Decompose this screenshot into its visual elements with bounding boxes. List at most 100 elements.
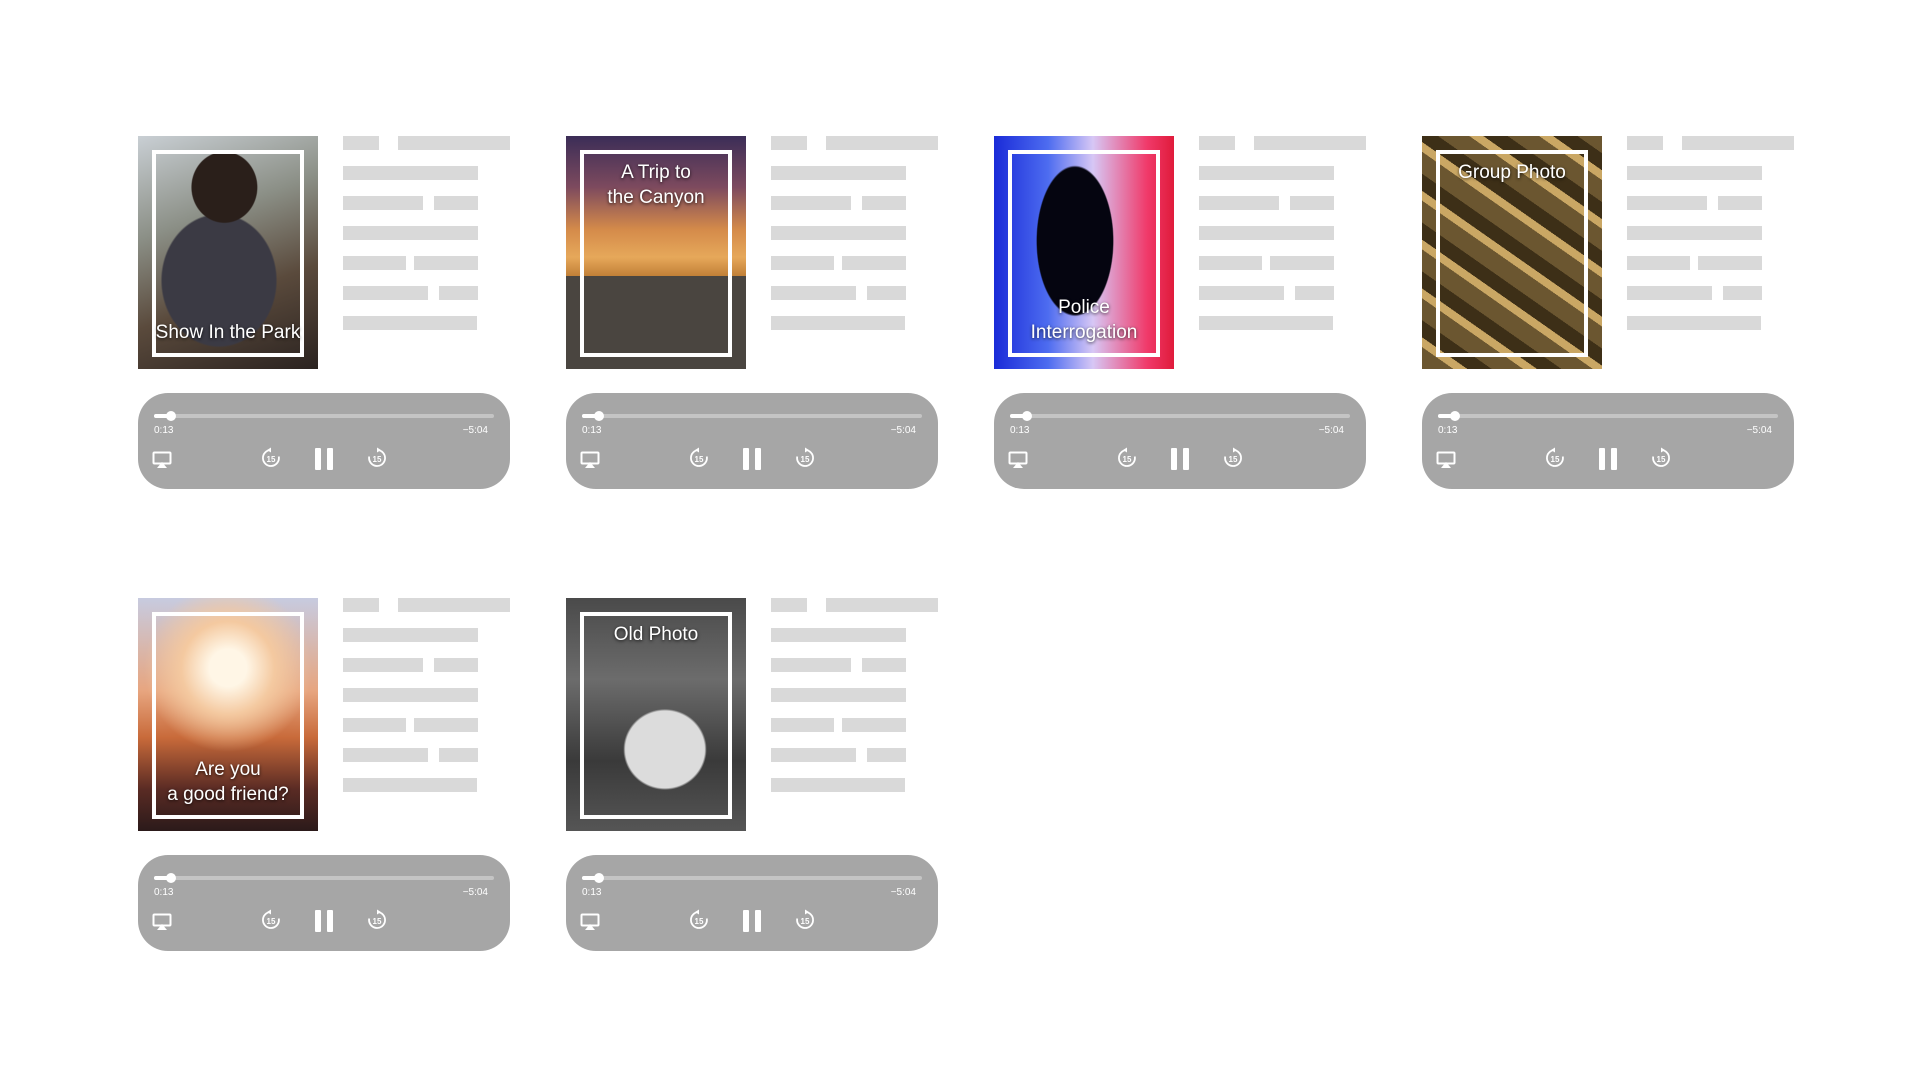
cover-art[interactable]: Group Photo [1422, 136, 1602, 369]
forward-15-icon[interactable]: 15 [794, 909, 816, 931]
placeholder-line [1295, 286, 1334, 300]
progress-track[interactable] [154, 411, 494, 421]
placeholder-line [771, 628, 906, 642]
placeholder-line [771, 136, 807, 150]
placeholder-line [398, 598, 510, 612]
airplay-icon[interactable] [580, 913, 600, 931]
placeholder-line [771, 316, 905, 330]
placeholder-line [343, 778, 477, 792]
description-placeholder [343, 598, 510, 831]
remaining-time: −5:04 [1318, 425, 1344, 436]
remaining-time: −5:04 [890, 887, 916, 898]
elapsed-time: 0:13 [1438, 425, 1458, 436]
placeholder-line [771, 598, 807, 612]
svg-text:15: 15 [267, 917, 276, 926]
elapsed-time: 0:13 [582, 425, 602, 436]
placeholder-line [1199, 166, 1334, 180]
description-placeholder [1627, 136, 1794, 369]
elapsed-time: 0:13 [154, 425, 174, 436]
audio-player: 0:13 −5:04 15 15 [566, 855, 938, 951]
placeholder-line [1627, 166, 1762, 180]
progress-track[interactable] [1010, 411, 1350, 421]
progress-knob[interactable] [1022, 411, 1032, 421]
placeholder-line [439, 748, 478, 762]
placeholder-line [343, 256, 406, 270]
cover-art[interactable]: Old Photo [566, 598, 746, 831]
airplay-icon[interactable] [580, 451, 600, 469]
cover-art[interactable]: A Trip to the Canyon [566, 136, 746, 369]
placeholder-line [842, 718, 906, 732]
progress-knob[interactable] [594, 873, 604, 883]
cover-art[interactable]: Police Interrogation [994, 136, 1174, 369]
placeholder-line [434, 658, 478, 672]
placeholder-line [1199, 316, 1333, 330]
placeholder-line [771, 748, 856, 762]
description-placeholder [771, 136, 938, 369]
placeholder-line [771, 166, 906, 180]
placeholder-line [1682, 136, 1794, 150]
cover-title: A Trip to the Canyon [607, 162, 705, 208]
placeholder-line [771, 226, 906, 240]
progress-track[interactable] [582, 873, 922, 883]
elapsed-time: 0:13 [154, 887, 174, 898]
placeholder-line [343, 316, 477, 330]
placeholder-line [1627, 196, 1707, 210]
pause-icon[interactable] [1597, 447, 1619, 471]
progress-knob[interactable] [166, 411, 176, 421]
svg-text:15: 15 [267, 455, 276, 464]
placeholder-line [1698, 256, 1762, 270]
airplay-icon[interactable] [152, 451, 172, 469]
pause-icon[interactable] [313, 447, 335, 471]
audio-card[interactable]: Group Photo 0:13 −5:04 15 15 [1422, 136, 1794, 492]
svg-text:15: 15 [373, 455, 382, 464]
progress-knob[interactable] [166, 873, 176, 883]
placeholder-line [1723, 286, 1762, 300]
placeholder-line [1627, 286, 1712, 300]
airplay-icon[interactable] [1436, 451, 1456, 469]
progress-track[interactable] [154, 873, 494, 883]
rewind-15-icon[interactable]: 15 [260, 909, 282, 931]
progress-track[interactable] [582, 411, 922, 421]
placeholder-line [343, 598, 379, 612]
forward-15-icon[interactable]: 15 [1222, 447, 1244, 469]
airplay-icon[interactable] [1008, 451, 1028, 469]
cover-title: Show In the Park [155, 322, 301, 343]
placeholder-line [771, 688, 906, 702]
svg-text:15: 15 [801, 455, 810, 464]
placeholder-line [1199, 226, 1334, 240]
svg-text:15: 15 [801, 917, 810, 926]
svg-text:15: 15 [695, 917, 704, 926]
forward-15-icon[interactable]: 15 [1650, 447, 1672, 469]
audio-card[interactable]: A Trip to the Canyon 0:13 −5:04 15 15 [566, 136, 938, 492]
progress-knob[interactable] [594, 411, 604, 421]
rewind-15-icon[interactable]: 15 [260, 447, 282, 469]
audio-card[interactable]: Show In the Park 0:13 −5:04 15 15 [138, 136, 510, 492]
pause-icon[interactable] [741, 909, 763, 933]
pause-icon[interactable] [1169, 447, 1191, 471]
rewind-15-icon[interactable]: 15 [1544, 447, 1566, 469]
placeholder-line [1627, 316, 1761, 330]
audio-player: 0:13 −5:04 15 15 [138, 855, 510, 951]
airplay-icon[interactable] [152, 913, 172, 931]
cover-art[interactable]: Are you a good friend? [138, 598, 318, 831]
placeholder-line [343, 658, 423, 672]
pause-icon[interactable] [741, 447, 763, 471]
rewind-15-icon[interactable]: 15 [1116, 447, 1138, 469]
cover-title: Are you a good friend? [167, 759, 289, 805]
placeholder-line [1199, 286, 1284, 300]
forward-15-icon[interactable]: 15 [366, 447, 388, 469]
audio-card[interactable]: Police Interrogation 0:13 −5:04 15 15 [994, 136, 1366, 492]
audio-card[interactable]: Are you a good friend? 0:13 −5:04 15 15 [138, 598, 510, 954]
audio-player: 0:13 −5:04 15 15 [1422, 393, 1794, 489]
audio-card[interactable]: Old Photo 0:13 −5:04 15 15 [566, 598, 938, 954]
placeholder-line [771, 718, 834, 732]
pause-icon[interactable] [313, 909, 335, 933]
rewind-15-icon[interactable]: 15 [688, 909, 710, 931]
rewind-15-icon[interactable]: 15 [688, 447, 710, 469]
progress-knob[interactable] [1450, 411, 1460, 421]
progress-track[interactable] [1438, 411, 1778, 421]
forward-15-icon[interactable]: 15 [794, 447, 816, 469]
cover-art[interactable]: Show In the Park [138, 136, 318, 369]
forward-15-icon[interactable]: 15 [366, 909, 388, 931]
audio-player: 0:13 −5:04 15 15 [994, 393, 1366, 489]
